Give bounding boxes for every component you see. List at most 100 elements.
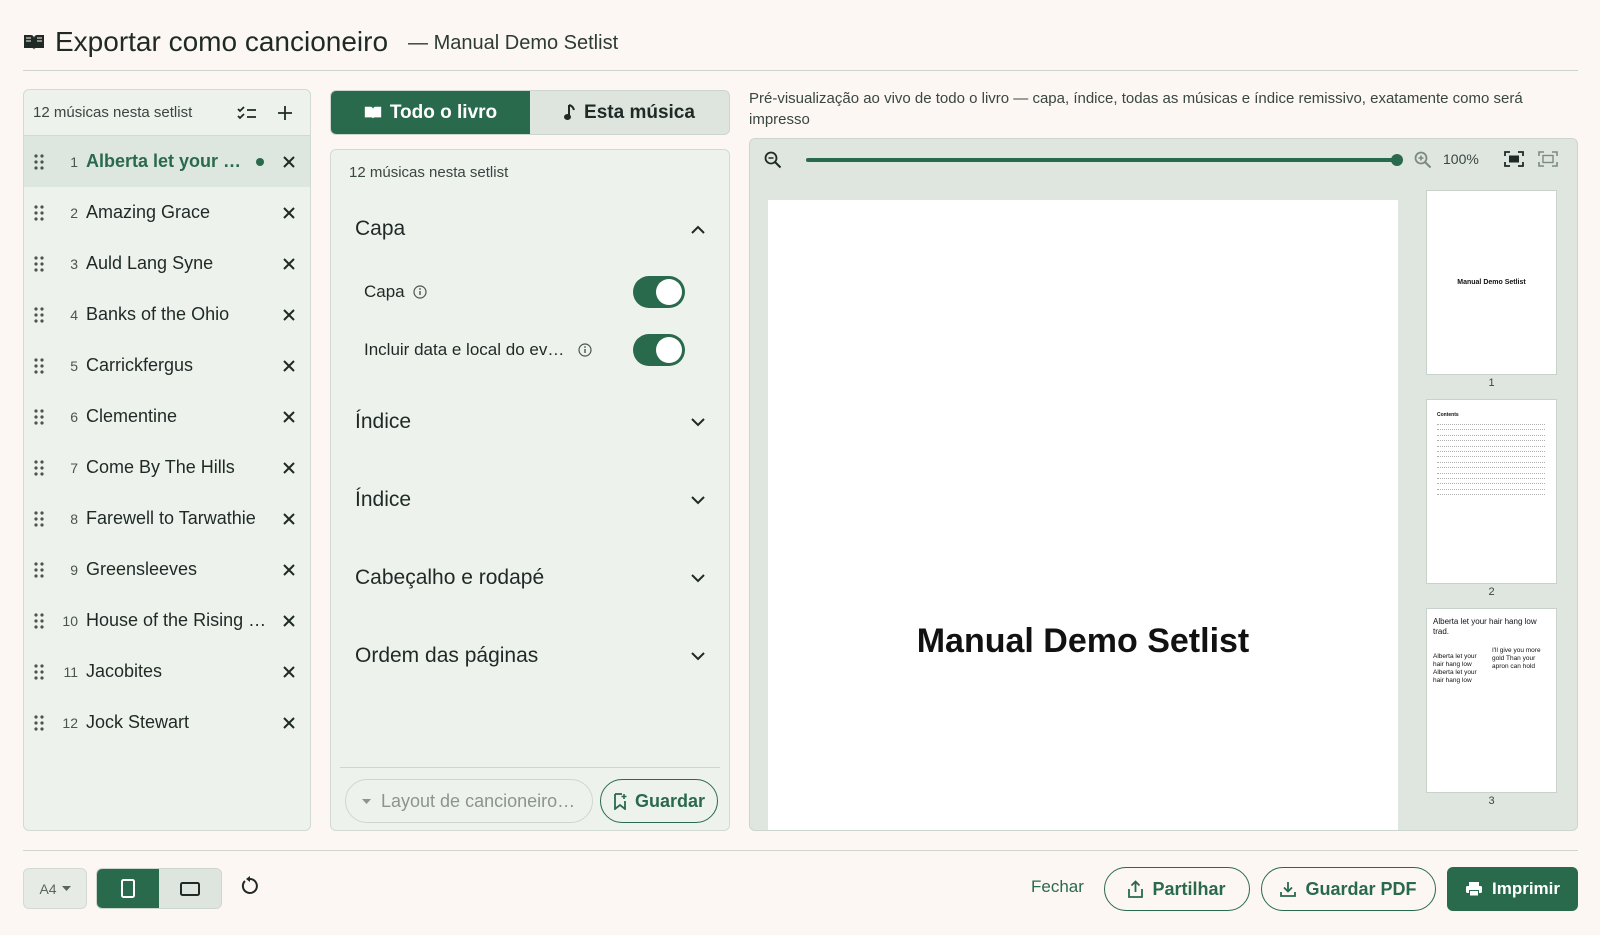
close-icon	[283, 257, 295, 270]
zoom-in-icon	[1414, 151, 1432, 169]
close-icon	[283, 716, 295, 729]
remove-song-button[interactable]	[278, 406, 300, 428]
song-list-item[interactable]: 7 Come By The Hills	[24, 442, 310, 493]
fullscreen-button[interactable]	[1538, 151, 1558, 167]
remove-song-button[interactable]	[278, 559, 300, 581]
layout-select[interactable]: Layout de cancioneiro…	[345, 779, 593, 823]
song-list-item[interactable]: 10 House of the Rising Sun	[24, 595, 310, 646]
page-title: Exportar como cancioneiro	[55, 26, 389, 57]
chevron-down-icon	[691, 495, 705, 504]
song-list-item[interactable]: 12 Jock Stewart	[24, 697, 310, 748]
section-indice-remissivo-header[interactable]: Índice	[331, 480, 729, 520]
preview-area: 100% Manual Demo Setlist Manual Demo Set…	[749, 138, 1578, 831]
thumbnail-page-3[interactable]: Alberta let your hair hang low trad. Alb…	[1426, 608, 1557, 793]
settings-panel: 12 músicas nesta setlist Capa Capa Inclu…	[330, 149, 730, 831]
drag-handle-icon[interactable]	[34, 459, 46, 476]
drag-handle-icon[interactable]	[34, 408, 46, 425]
save-pdf-button[interactable]: Guardar PDF	[1261, 867, 1436, 911]
caret-down-icon	[362, 798, 371, 804]
capa-toggle[interactable]	[633, 276, 685, 308]
song-number: 3	[70, 255, 78, 272]
select-songs-button[interactable]	[232, 98, 262, 128]
settings-divider	[340, 767, 720, 768]
portrait-button[interactable]	[97, 869, 159, 908]
share-button[interactable]: Partilhar	[1104, 867, 1250, 911]
data-local-toggle[interactable]	[633, 334, 685, 366]
thumbnail-page-2[interactable]: Contents	[1426, 399, 1557, 584]
tab-whole-book[interactable]: Todo o livro	[331, 91, 530, 134]
zoom-in-button[interactable]	[1414, 151, 1432, 169]
remove-song-button[interactable]	[278, 355, 300, 377]
paper-size-select[interactable]: A4	[23, 868, 87, 909]
tab-label: Todo o livro	[389, 101, 498, 123]
song-list-item[interactable]: 6 Clementine	[24, 391, 310, 442]
save-layout-button[interactable]: Guardar	[600, 779, 718, 823]
song-title: Greensleeves	[86, 559, 198, 579]
thumbnail-toc-line	[1437, 424, 1545, 425]
drag-handle-icon[interactable]	[34, 663, 46, 680]
drag-handle-icon[interactable]	[34, 153, 46, 170]
section-title: Cabeçalho e rodapé	[355, 566, 545, 589]
section-page-order[interactable]: Ordem das páginas	[331, 636, 729, 676]
close-icon	[283, 512, 295, 525]
song-list-item[interactable]: 11 Jacobites	[24, 646, 310, 697]
info-icon[interactable]	[578, 343, 592, 357]
landscape-button[interactable]	[159, 869, 221, 908]
drag-handle-icon[interactable]	[34, 561, 46, 578]
song-list-item[interactable]: 5 Carrickfergus	[24, 340, 310, 391]
close-icon	[283, 155, 295, 168]
remove-song-button[interactable]	[278, 253, 300, 275]
thumbnail-toc-line	[1437, 434, 1545, 436]
remove-song-button[interactable]	[278, 508, 300, 530]
remove-song-button[interactable]	[278, 151, 300, 173]
drag-handle-icon[interactable]	[34, 714, 46, 731]
section-header-footer[interactable]: Cabeçalho e rodapé	[331, 558, 729, 598]
orientation-toggle	[96, 868, 222, 909]
remove-song-button[interactable]	[278, 712, 300, 734]
remove-song-button[interactable]	[278, 304, 300, 326]
remove-song-button[interactable]	[278, 610, 300, 632]
tab-label: Esta música	[584, 101, 695, 123]
song-list-item[interactable]: 1 Alberta let your hair hang low	[24, 136, 310, 187]
modified-indicator	[256, 157, 264, 166]
remove-song-button[interactable]	[278, 457, 300, 479]
song-list-item[interactable]: 2 Amazing Grace	[24, 187, 310, 238]
close-icon	[283, 614, 295, 627]
thumbnail-page-1[interactable]: Manual Demo Setlist	[1426, 190, 1557, 375]
song-list-item[interactable]: 4 Banks of the Ohio	[24, 289, 310, 340]
thumbnail-toc-line	[1437, 445, 1545, 447]
section-indice-header[interactable]: Índice	[331, 402, 729, 442]
tab-this-song[interactable]: Esta música	[530, 91, 729, 134]
song-list-item[interactable]: 3 Auld Lang Syne	[24, 238, 310, 289]
remove-song-button[interactable]	[278, 661, 300, 683]
drag-handle-icon[interactable]	[34, 612, 46, 629]
zoom-slider[interactable]	[806, 154, 1403, 166]
reset-button[interactable]	[240, 876, 260, 896]
preview-description: Pré-visualização ao vivo de todo o livro…	[749, 90, 1523, 128]
thumbnail-toc-line	[1437, 494, 1545, 496]
drag-handle-icon[interactable]	[34, 204, 46, 221]
zoom-out-button[interactable]	[764, 151, 782, 169]
drag-handle-icon[interactable]	[34, 510, 46, 527]
close-icon	[283, 206, 295, 219]
print-button[interactable]: Imprimir	[1447, 867, 1578, 911]
song-list-item[interactable]: 9 Greensleeves	[24, 544, 310, 595]
song-list-item[interactable]: 8 Farewell to Tarwathie	[24, 493, 310, 544]
drag-handle-icon[interactable]	[34, 255, 46, 272]
close-icon	[283, 461, 295, 474]
preview-page-cover: Manual Demo Setlist	[768, 200, 1398, 830]
info-icon[interactable]	[413, 285, 427, 299]
section-capa-header[interactable]: Capa	[331, 209, 729, 249]
song-list-header: 12 músicas nesta setlist	[24, 90, 310, 136]
drag-handle-icon[interactable]	[34, 306, 46, 323]
fit-page-button[interactable]	[1504, 151, 1524, 167]
drag-handle-icon[interactable]	[34, 357, 46, 374]
close-icon	[283, 308, 295, 321]
setlist-name: — Manual Demo Setlist	[408, 31, 619, 54]
footer-divider	[23, 850, 1578, 851]
remove-song-button[interactable]	[278, 202, 300, 224]
zoom-slider-handle[interactable]	[1391, 154, 1403, 166]
add-song-button[interactable]	[270, 98, 300, 128]
scope-tabs: Todo o livro Esta música	[330, 90, 730, 135]
close-button[interactable]: Fechar	[1031, 877, 1084, 897]
